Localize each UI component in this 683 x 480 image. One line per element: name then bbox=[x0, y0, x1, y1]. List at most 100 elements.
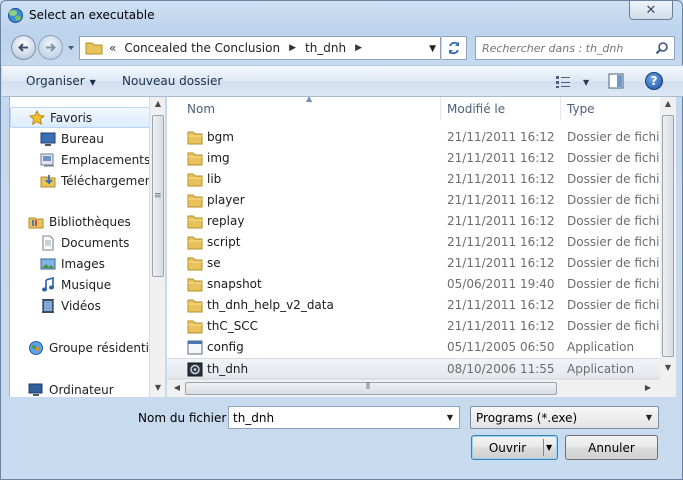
sidebar-item-ordinateur[interactable]: Ordinateur bbox=[10, 379, 158, 397]
file-name: thC_SCC bbox=[207, 319, 259, 333]
open-button[interactable]: Ouvrir ▼ bbox=[471, 435, 558, 460]
breadcrumb-separator-icon[interactable]: ▶ bbox=[355, 43, 362, 53]
file-modified-date: 21/11/2011 16:12 bbox=[447, 193, 555, 207]
file-list-horizontal-scrollbar[interactable]: ◀ ⦀ ▶ bbox=[167, 379, 660, 397]
title-bar: Select an executable ✕ bbox=[1, 1, 683, 31]
open-button-label: Ouvrir bbox=[488, 440, 527, 455]
scroll-down-arrow-icon[interactable]: ▼ bbox=[660, 363, 676, 372]
filename-input[interactable] bbox=[233, 410, 433, 426]
breadcrumb-separator-icon[interactable]: ▶ bbox=[289, 43, 296, 53]
file-modified-date: 21/11/2011 16:12 bbox=[447, 172, 555, 186]
file-type: Application bbox=[567, 362, 635, 376]
file-list-vertical-scrollbar[interactable]: ▲ ▼ bbox=[660, 97, 676, 379]
column-header-modified[interactable]: Modifié le bbox=[441, 97, 561, 120]
file-type: Dossier de fichiers bbox=[567, 298, 660, 312]
homegroup-icon bbox=[29, 340, 43, 355]
window-title: Select an executable bbox=[29, 8, 155, 22]
sidebar-item-bureau[interactable]: Bureau bbox=[10, 128, 158, 149]
folder-icon bbox=[187, 215, 203, 229]
column-header-name[interactable]: Nom ▲ bbox=[167, 97, 441, 120]
sidebar-item-images[interactable]: Images bbox=[10, 253, 158, 274]
search-box[interactable] bbox=[475, 36, 675, 60]
chevron-down-icon: ▼ bbox=[89, 78, 96, 87]
file-type: Dossier de fichiers bbox=[567, 235, 660, 249]
file-type-filter-value: Programs (*.exe) bbox=[476, 411, 578, 425]
file-type: Dossier de fichiers bbox=[567, 277, 660, 291]
file-row[interactable]: se 21/11/2011 16:12 Dossier de fichiers bbox=[167, 253, 660, 274]
recent-pages-dropdown[interactable] bbox=[66, 43, 76, 53]
scrollbar-thumb[interactable] bbox=[662, 115, 674, 357]
navigation-pane-scrollbar[interactable]: ▲ ≡ ▼ bbox=[149, 97, 165, 397]
address-bar[interactable]: « Concealed the Conclusion ▶ th_dnh ▶ ▼ bbox=[79, 36, 441, 60]
close-button[interactable]: ✕ bbox=[629, 1, 673, 20]
new-folder-button[interactable]: Nouveau dossier bbox=[122, 74, 222, 88]
file-type-filter-select[interactable]: Programs (*.exe) ▼ bbox=[470, 406, 659, 429]
file-type: Dossier de fichiers bbox=[567, 319, 660, 333]
file-row[interactable]: snapshot 05/06/2011 19:40 Dossier de fichi… bbox=[167, 274, 660, 295]
view-list-icon bbox=[556, 76, 570, 88]
help-button[interactable]: ? bbox=[645, 72, 663, 90]
column-header-label: Type bbox=[567, 101, 595, 116]
preview-pane-icon[interactable] bbox=[608, 73, 624, 89]
sidebar-item-musique[interactable]: Musique bbox=[10, 274, 158, 295]
file-row[interactable]: img 21/11/2011 16:12 Dossier de fichiers bbox=[167, 148, 660, 169]
search-input[interactable] bbox=[482, 40, 652, 56]
file-row[interactable]: script 21/11/2011 16:12 Dossier de fichier… bbox=[167, 232, 660, 253]
breadcrumb-segment[interactable]: Concealed the Conclusion bbox=[124, 41, 280, 55]
sidebar-item-videos[interactable]: Vidéos bbox=[10, 295, 158, 316]
sidebar-item-label: Documents bbox=[61, 235, 130, 250]
file-type: Dossier de fichiers bbox=[567, 172, 660, 186]
scroll-down-arrow-icon[interactable]: ▼ bbox=[150, 383, 166, 392]
sidebar-item-telechargements[interactable]: Téléchargements bbox=[10, 170, 163, 191]
file-type: Dossier de fichiers bbox=[567, 130, 660, 144]
change-view-button[interactable]: ▼ bbox=[555, 74, 591, 90]
file-name: lib bbox=[207, 172, 222, 186]
sidebar-item-documents[interactable]: Documents bbox=[10, 232, 158, 253]
file-row[interactable]: th_dnh_help_v2_data 21/11/2011 16:12 Dossi… bbox=[167, 295, 660, 316]
refresh-button[interactable] bbox=[442, 36, 467, 60]
file-modified-date: 21/11/2011 16:12 bbox=[447, 214, 555, 228]
forward-button[interactable] bbox=[38, 35, 63, 60]
sidebar-item-groupe-residentiel[interactable]: Groupe résidentiel bbox=[10, 337, 160, 358]
file-row[interactable]: lib 21/11/2011 16:12 Dossier de fichiers bbox=[167, 169, 660, 190]
sort-ascending-icon: ▲ bbox=[306, 97, 313, 103]
file-row[interactable]: replay 21/11/2011 16:12 Dossier de fichier… bbox=[167, 211, 660, 232]
split-divider bbox=[543, 439, 544, 456]
back-button[interactable] bbox=[11, 35, 36, 60]
column-header-type[interactable]: Type bbox=[561, 97, 660, 120]
breadcrumb-overflow[interactable]: « bbox=[109, 41, 116, 55]
cancel-button[interactable]: Annuler bbox=[565, 435, 658, 460]
music-icon bbox=[42, 276, 54, 291]
address-dropdown-icon[interactable]: ▼ bbox=[429, 44, 436, 54]
chevron-down-icon[interactable]: ▼ bbox=[583, 78, 589, 87]
scroll-up-arrow-icon[interactable]: ▲ bbox=[150, 99, 166, 108]
libraries-icon bbox=[28, 217, 44, 228]
scroll-right-arrow-icon[interactable]: ▶ bbox=[640, 383, 656, 392]
sidebar-item-favoris[interactable]: Favoris bbox=[10, 107, 158, 128]
scroll-up-arrow-icon[interactable]: ▲ bbox=[660, 99, 676, 108]
sidebar-item-emplacements[interactable]: Emplacements ré bbox=[10, 149, 164, 170]
downloads-icon bbox=[40, 174, 56, 187]
th-dnh-app-icon bbox=[187, 362, 203, 377]
chevron-down-icon[interactable]: ▼ bbox=[546, 443, 552, 452]
organise-menu-button[interactable]: Organiser ▼ bbox=[26, 74, 96, 88]
sidebar-item-label: Bureau bbox=[61, 131, 104, 146]
scrollbar-thumb[interactable] bbox=[185, 382, 557, 395]
sidebar-item-bibliotheques[interactable]: Bibliothèques bbox=[10, 211, 158, 232]
scroll-left-arrow-icon[interactable]: ◀ bbox=[169, 383, 185, 392]
file-row[interactable]: config 05/11/2005 06:50 Application bbox=[167, 337, 660, 358]
chevron-down-icon[interactable]: ▼ bbox=[447, 413, 453, 422]
filename-combobox[interactable]: ▼ bbox=[228, 406, 460, 429]
file-row[interactable]: bgm 21/11/2011 16:12 Dossier de fichiers bbox=[167, 127, 660, 148]
sidebar-item-label: Vidéos bbox=[61, 298, 101, 313]
file-row[interactable]: th_dnh 08/10/2006 11:55 Application bbox=[167, 358, 660, 379]
breadcrumb-segment[interactable]: th_dnh bbox=[305, 41, 346, 55]
file-row[interactable]: player 21/11/2011 16:12 Dossier de fichier… bbox=[167, 190, 660, 211]
sidebar-item-label: Téléchargements bbox=[61, 173, 164, 188]
refresh-icon bbox=[448, 41, 460, 55]
desktop-icon bbox=[40, 132, 56, 146]
file-modified-date: 08/10/2006 11:55 bbox=[447, 362, 555, 376]
file-row[interactable]: thC_SCC 21/11/2011 16:12 Dossier de fichie… bbox=[167, 316, 660, 337]
search-icon[interactable] bbox=[655, 41, 669, 55]
scroll-corner bbox=[660, 379, 676, 397]
